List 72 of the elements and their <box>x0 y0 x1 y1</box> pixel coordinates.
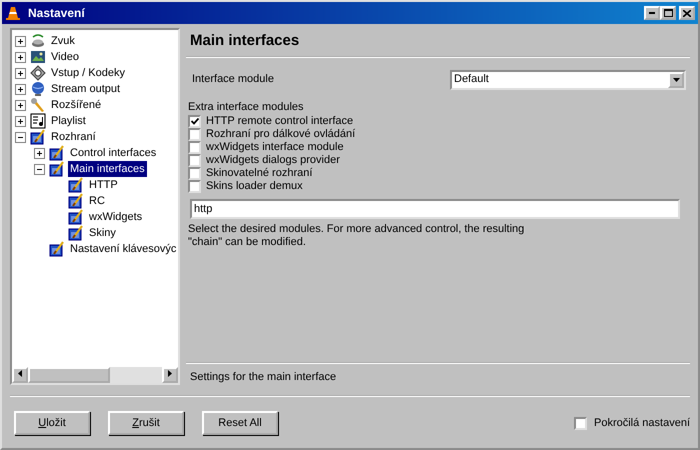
close-icon <box>683 10 691 16</box>
window-brush-icon <box>30 129 46 145</box>
extra-modules-label: Extra interface modules <box>187 100 305 114</box>
expand-icon[interactable] <box>34 148 45 158</box>
panel-title: Main interfaces <box>186 28 690 58</box>
tree-item[interactable]: Nastavení klávesovýc <box>68 240 178 258</box>
expand-icon[interactable] <box>15 68 26 78</box>
collapse-icon[interactable] <box>15 132 26 142</box>
window-brush-icon <box>68 209 84 225</box>
window-brush-icon <box>49 161 65 177</box>
tree-item[interactable]: Playlist <box>49 112 88 130</box>
interface-module-label: Interface module <box>192 72 274 88</box>
left-arrow-icon[interactable] <box>18 370 22 378</box>
dialog-button[interactable]: Uložit <box>14 411 90 435</box>
horizontal-scrollbar[interactable] <box>12 367 178 383</box>
interface-module-dropdown[interactable]: Default <box>450 70 686 90</box>
checkbox-label: Skinovatelné rozhraní <box>206 166 312 181</box>
tree-item[interactable]: HTTP <box>87 176 120 194</box>
cone-icon <box>5 5 21 21</box>
checkbox[interactable] <box>188 141 201 154</box>
wrench-icon <box>30 97 46 113</box>
globe-icon <box>30 81 46 97</box>
minimize-button[interactable] <box>644 6 660 20</box>
chain-field[interactable]: http <box>190 198 680 218</box>
help-text: Select the desired modules. For more advanced control, the resulting "chain" can be modified. <box>187 222 526 248</box>
dialog-button[interactable]: Reset All <box>202 411 278 435</box>
tree-item[interactable]: RC <box>87 192 107 210</box>
checkbox[interactable] <box>188 128 201 141</box>
window-brush-icon <box>68 225 84 241</box>
tree-item[interactable]: Stream output <box>49 80 122 98</box>
tree-item[interactable]: Control interfaces <box>68 144 158 162</box>
status-text: Settings for the main interface <box>190 370 336 382</box>
tree-item[interactable]: Video <box>49 48 81 66</box>
checkbox[interactable] <box>188 167 201 180</box>
tree-item[interactable]: Rozhraní <box>49 128 98 146</box>
tree-item[interactable]: Vstup / Kodeky <box>49 64 127 82</box>
tree-item[interactable]: Rozšířené <box>49 96 104 114</box>
speaker-icon <box>30 33 46 49</box>
window-brush-icon <box>68 193 84 209</box>
tree-item[interactable]: Skiny <box>87 224 118 242</box>
checkbox-label: Pokročilá nastavení <box>594 416 690 431</box>
close-button[interactable] <box>679 6 695 20</box>
collapse-icon[interactable] <box>34 164 45 174</box>
maximize-button[interactable] <box>660 6 676 20</box>
playlist-icon <box>30 113 46 129</box>
checkbox-label: wxWidgets interface module <box>206 140 344 155</box>
checkbox[interactable] <box>574 416 587 430</box>
checkbox[interactable] <box>188 115 201 128</box>
expand-icon[interactable] <box>15 52 26 62</box>
dialog-button[interactable]: Zrušit <box>108 411 184 435</box>
maximize-icon <box>664 9 673 17</box>
checkbox-label: Skins loader demux <box>206 179 303 194</box>
expand-icon[interactable] <box>15 116 26 126</box>
checkbox[interactable] <box>188 180 201 193</box>
window-brush-icon <box>49 145 65 161</box>
tree-item[interactable]: wxWidgets <box>87 208 144 226</box>
window-brush-icon <box>49 241 65 257</box>
expand-icon[interactable] <box>15 84 26 94</box>
screen-icon <box>30 49 46 65</box>
expand-icon[interactable] <box>15 36 26 46</box>
checkbox[interactable] <box>188 154 201 167</box>
checkbox-label: HTTP remote control interface <box>206 114 354 128</box>
expand-icon[interactable] <box>15 100 26 110</box>
checkbox-label: wxWidgets dialogs provider <box>206 153 340 168</box>
window-brush-icon <box>68 177 84 193</box>
checkbox-label: Rozhraní pro dálkové ovládání <box>206 127 356 142</box>
window-title: Nastavení <box>28 5 85 22</box>
tree-item[interactable]: Zvuk <box>49 32 77 50</box>
tree-item[interactable]: Main interfaces <box>68 160 147 178</box>
right-arrow-icon[interactable] <box>168 370 172 378</box>
minimize-icon <box>649 12 656 14</box>
caret-icon <box>672 78 680 82</box>
